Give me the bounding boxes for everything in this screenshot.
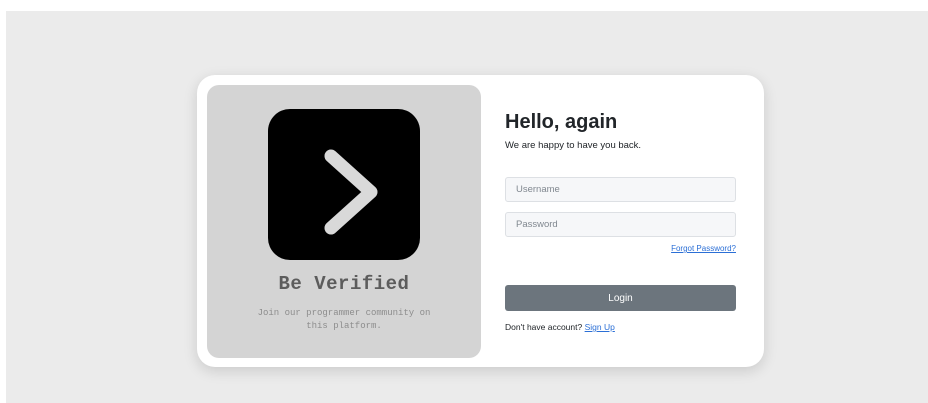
signup-row: Don't have account? Sign Up xyxy=(505,322,615,332)
brand-logo xyxy=(268,109,420,260)
login-card: Be Verified Join our programmer communit… xyxy=(197,75,764,367)
password-input[interactable] xyxy=(505,212,736,237)
page-background: Be Verified Join our programmer communit… xyxy=(6,11,928,403)
username-input[interactable] xyxy=(505,177,736,202)
signup-link[interactable]: Sign Up xyxy=(585,322,615,332)
login-form: Hello, again We are happy to have you ba… xyxy=(505,75,755,367)
brand-panel: Be Verified Join our programmer communit… xyxy=(207,85,481,358)
signup-prompt: Don't have account? xyxy=(505,322,583,332)
chevron-right-icon xyxy=(324,149,378,235)
brand-title: Be Verified xyxy=(278,273,410,295)
brand-subtitle: Join our programmer community on this pl… xyxy=(257,308,431,331)
form-heading: Hello, again xyxy=(505,111,618,133)
forgot-password-link[interactable]: Forgot Password? xyxy=(671,244,736,253)
form-subheading: We are happy to have you back. xyxy=(505,140,642,151)
login-button[interactable]: Login xyxy=(505,285,736,311)
